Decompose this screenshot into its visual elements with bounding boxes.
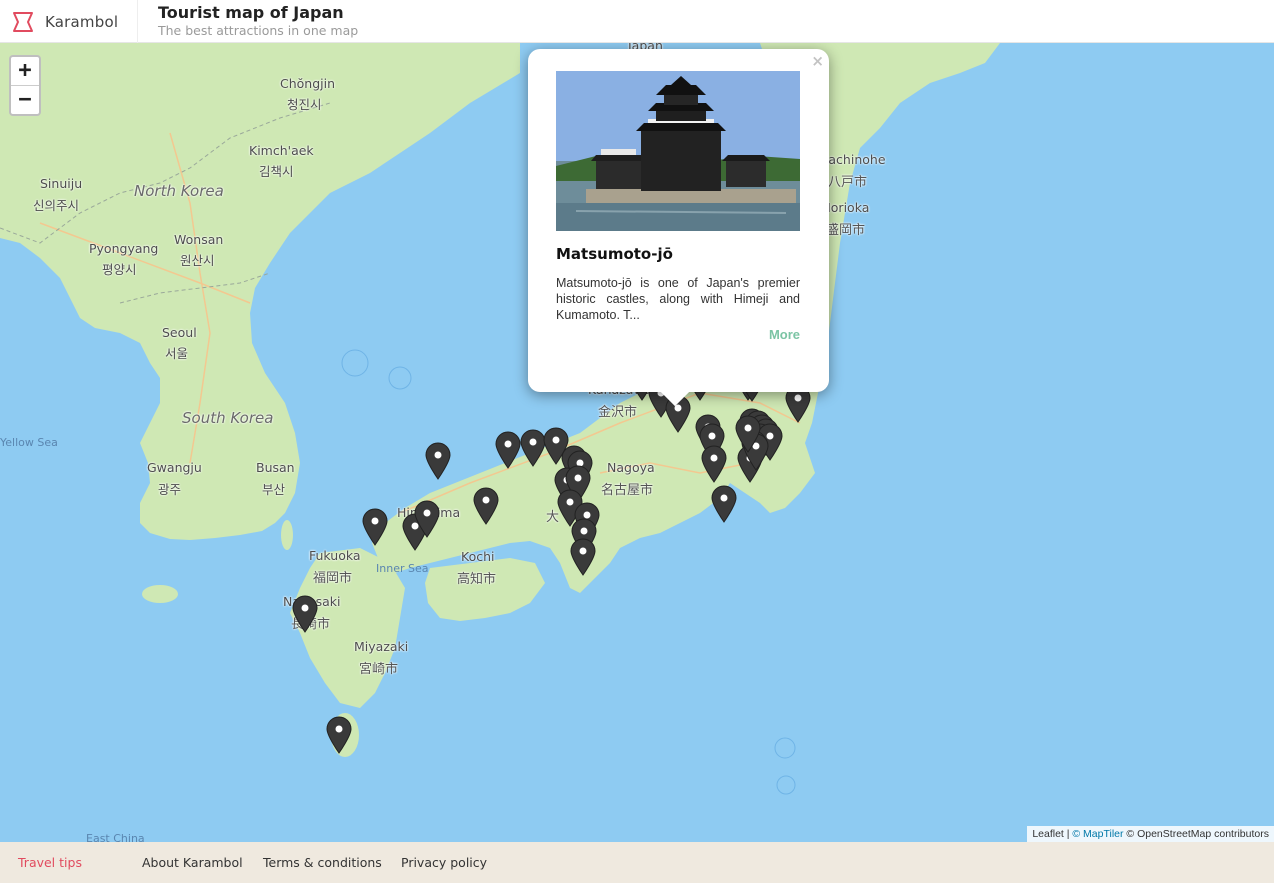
popup-title: Matsumoto-jō	[556, 245, 673, 263]
place-label: 金沢市	[598, 405, 638, 420]
place-label: 김책시	[259, 164, 294, 179]
sea-label: Yellow Sea	[0, 436, 58, 449]
zoom-out-button[interactable]: −	[11, 86, 39, 115]
place-label: Sinuiju	[40, 176, 83, 191]
footer-terms-link[interactable]: Terms & conditions	[263, 855, 382, 870]
page-title: Tourist map of Japan	[158, 3, 344, 22]
place-label: 福岡市	[313, 571, 353, 586]
place-label: Seoul	[162, 325, 197, 340]
place-label: 부산	[262, 482, 286, 497]
place-label: 광주	[158, 482, 182, 497]
map[interactable]: + − Chŏngjin 청진시 Kimch'aek 김책시 North Kor…	[0, 43, 1274, 842]
place-label: Pyongyang	[89, 241, 159, 256]
place-label: Kochi	[461, 549, 495, 564]
leaflet-link[interactable]: Leaflet	[1032, 828, 1064, 840]
map-marker-pin-icon[interactable]	[570, 538, 596, 576]
map-marker-pin-icon[interactable]	[326, 716, 352, 754]
place-label: Chŏngjin	[280, 76, 336, 91]
map-marker-pin-icon[interactable]	[425, 442, 451, 480]
place-label: 서울	[165, 346, 189, 361]
place-label: Nagoya	[607, 460, 655, 475]
place-label: 名古屋市	[601, 483, 654, 498]
castle-image	[556, 71, 800, 231]
country-label: North Korea	[134, 182, 224, 200]
place-label: Busan	[256, 460, 295, 475]
popup-image	[556, 71, 800, 231]
zoom-control: + −	[9, 55, 41, 116]
place-label: 원산시	[180, 253, 215, 268]
map-marker-pin-icon[interactable]	[735, 415, 761, 453]
page-subtitle: The best attractions in one map	[158, 23, 359, 38]
map-marker-pin-icon[interactable]	[711, 485, 737, 523]
place-label: Miyazaki	[354, 639, 409, 654]
place-label: 八戸市	[828, 175, 868, 190]
brand-name: Karambol	[45, 12, 119, 31]
place-label: 盛岡市	[826, 223, 866, 238]
map-marker-pin-icon[interactable]	[292, 595, 318, 633]
attraction-popup: × Matsumoto-jō Matsumoto-jō is one of Ja…	[528, 49, 829, 407]
osm-attribution: © OpenStreetMap contributors	[1123, 828, 1269, 840]
zoom-in-button[interactable]: +	[11, 57, 39, 86]
sea-label: Inner Sea	[376, 562, 429, 575]
place-label: 宮崎市	[359, 662, 399, 677]
footer: Travel tips About Karambol Terms & condi…	[0, 842, 1274, 883]
map-marker-pin-icon[interactable]	[495, 431, 521, 469]
footer-privacy-link[interactable]: Privacy policy	[401, 855, 487, 870]
brand-logo[interactable]: Karambol	[0, 0, 138, 43]
footer-about-link[interactable]: About Karambol	[142, 855, 243, 870]
place-label: Wonsan	[174, 232, 224, 247]
map-marker-pin-icon[interactable]	[701, 445, 727, 483]
map-marker-pin-icon[interactable]	[362, 508, 388, 546]
place-label: Fukuoka	[309, 548, 361, 563]
footer-travel-tips-link[interactable]: Travel tips	[18, 855, 82, 870]
popup-description: Matsumoto-jō is one of Japan's premier h…	[556, 276, 800, 322]
place-label: 평양시	[102, 262, 137, 277]
place-label: 高知市	[457, 572, 497, 587]
place-label: 신의주시	[33, 198, 80, 213]
header: Karambol Tourist map of Japan The best a…	[0, 0, 1274, 43]
map-marker-pin-icon[interactable]	[473, 487, 499, 525]
place-label: Kimch'aek	[249, 143, 314, 158]
maptiler-link[interactable]: © MapTiler	[1072, 828, 1123, 840]
sea-label: East China	[86, 832, 145, 842]
popup-close-button[interactable]: ×	[811, 52, 824, 70]
place-label: Gwangju	[147, 460, 202, 475]
map-attribution: Leaflet | © MapTiler © OpenStreetMap con…	[1027, 826, 1274, 842]
map-marker-pin-icon[interactable]	[414, 500, 440, 538]
country-label: South Korea	[182, 409, 274, 427]
place-label: 청진시	[287, 97, 322, 112]
popup-more-link[interactable]: More	[769, 327, 800, 342]
karambol-logo-icon	[13, 11, 33, 32]
